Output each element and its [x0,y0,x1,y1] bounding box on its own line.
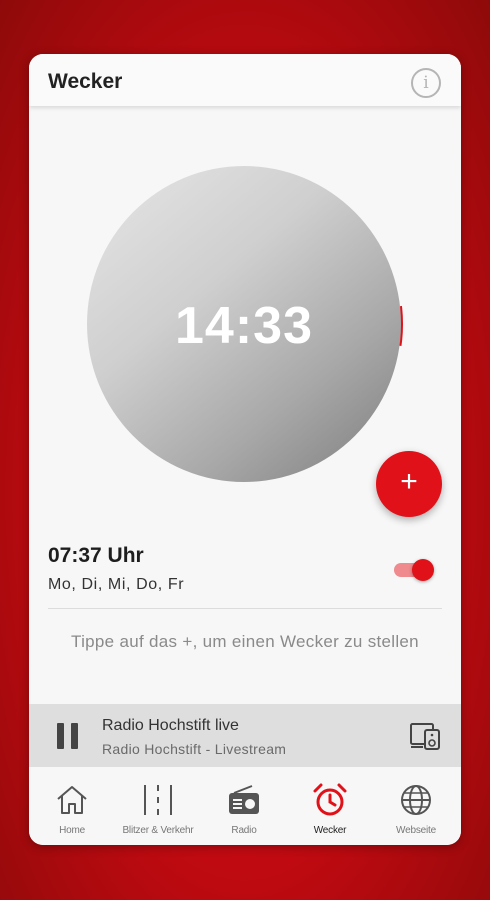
add-alarm-button[interactable]: + [376,451,442,517]
nav-blitzer-verkehr[interactable]: Blitzer & Verkehr [115,767,201,845]
nav-radio[interactable]: Radio [201,767,287,845]
nav-webseite[interactable]: Webseite [373,767,459,845]
nav-label: Webseite [396,825,436,836]
alarm-clock-icon [313,783,347,816]
road-icon [144,785,172,815]
clock-dial: 14:33 [87,166,403,482]
nav-home[interactable]: Home [29,767,115,845]
plus-icon: + [400,465,418,498]
divider [48,608,442,609]
app-header: Wecker i [29,54,461,106]
player-subtitle: Radio Hochstift - Livestream [102,741,287,757]
current-time: 14:33 [175,297,313,355]
globe-icon [401,785,431,815]
toggle-thumb [412,559,434,581]
bottom-nav: Home Blitzer & Verkehr Radio Wecker Webs… [29,767,461,845]
cast-device-icon[interactable] [409,721,441,751]
home-icon [57,786,87,814]
mini-player[interactable]: Radio Hochstift live Radio Hochstift - L… [29,704,461,767]
page-title: Wecker [48,70,123,93]
pause-icon[interactable] [57,723,79,749]
clock-face: 14:33 [87,166,401,482]
player-title: Radio Hochstift live [102,717,239,734]
radio-icon [229,785,259,814]
nav-wecker[interactable]: Wecker [287,767,373,845]
hint-text: Tippe auf das +, um einen Wecker zu stel… [71,632,419,651]
alarm-days: Mo, Di, Mi, Do, Fr [48,576,185,593]
alarm-time[interactable]: 07:37 Uhr [48,544,144,568]
info-icon: i [423,73,429,93]
alarm-card: Wecker i 14:33 + 07:37 Uhr Mo, Di, Mi, D… [29,54,461,845]
info-button[interactable]: i [411,68,441,98]
alarm-toggle[interactable] [394,557,436,583]
